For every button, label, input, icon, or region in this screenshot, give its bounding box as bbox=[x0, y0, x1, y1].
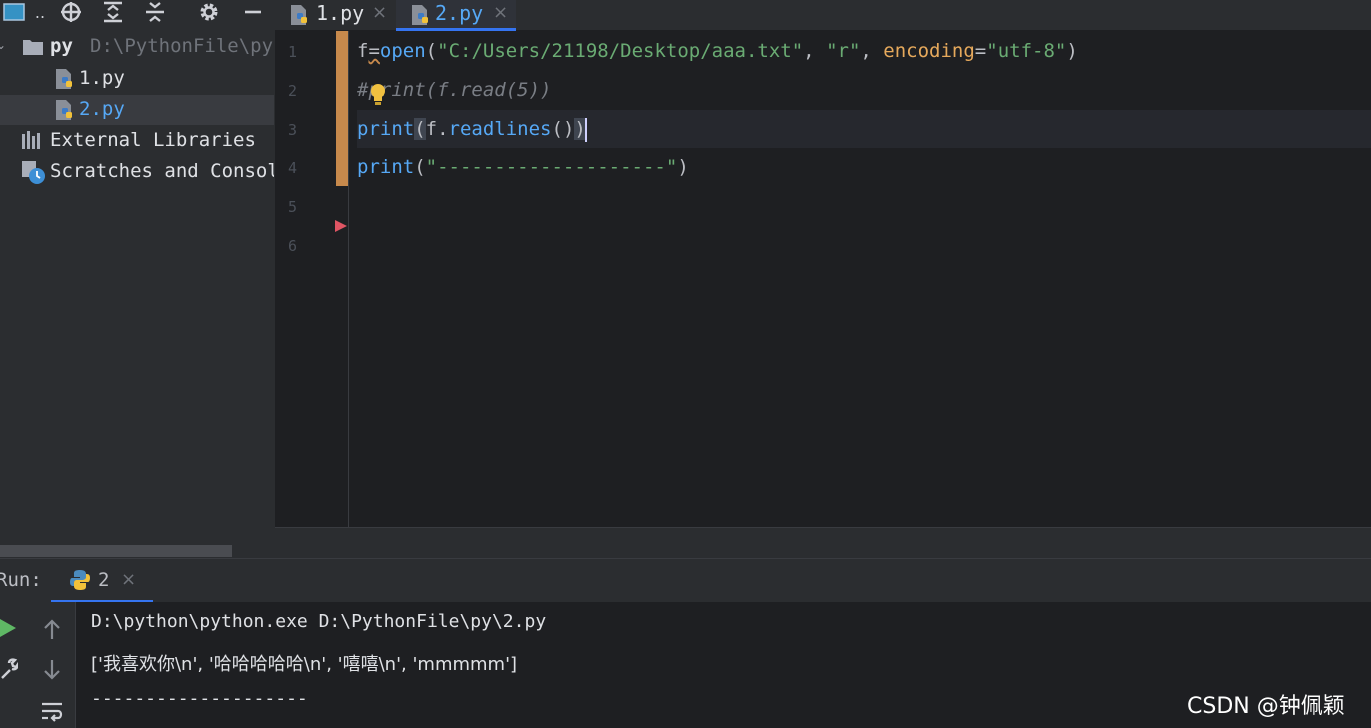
run-tab-label: 2 bbox=[98, 569, 110, 591]
token: ( bbox=[414, 156, 426, 178]
token: f. bbox=[425, 118, 449, 140]
tree-item-label: 2.py bbox=[79, 98, 125, 120]
run-toolbar bbox=[0, 602, 30, 728]
gear-icon[interactable] bbox=[196, 1, 222, 23]
tree-item-label: External Libraries bbox=[50, 129, 256, 151]
gutter-separator bbox=[348, 31, 349, 527]
editor-bottom-area bbox=[275, 527, 1371, 558]
code-area[interactable]: f=open("C:/Users/21198/Desktop/aaa.txt",… bbox=[357, 31, 1371, 527]
token: f bbox=[357, 40, 369, 62]
python-file-icon bbox=[412, 5, 428, 25]
run-toolbar-secondary bbox=[30, 602, 76, 728]
token: "--------------------" bbox=[425, 156, 678, 178]
token: ( bbox=[425, 40, 438, 62]
line-number: 5 bbox=[287, 198, 297, 216]
expand-all-icon[interactable] bbox=[100, 1, 126, 23]
changed-lines-marker[interactable] bbox=[336, 31, 348, 186]
console-line-separator: -------------------- bbox=[91, 688, 308, 709]
console-line-command: D:\python\python.exe D:\PythonFile\py\2.… bbox=[91, 611, 547, 632]
chevron-down-icon[interactable]: ⌄ bbox=[0, 38, 6, 52]
project-toolbar: .. bbox=[0, 0, 274, 26]
tree-item-path: D:\PythonFile\py bbox=[90, 35, 274, 57]
line-number: 4 bbox=[287, 159, 297, 177]
project-view-icon[interactable] bbox=[2, 1, 26, 23]
code-line-4[interactable]: print("--------------------") bbox=[357, 148, 1371, 186]
minimize-icon[interactable] bbox=[240, 1, 266, 23]
watermark-text: CSDN @钟佩颖 bbox=[1187, 694, 1345, 719]
wrench-icon[interactable] bbox=[0, 658, 18, 680]
editor-gutter: 1 2 3 4 5 6 bbox=[275, 31, 349, 527]
tree-item-scratches[interactable]: Scratches and Consoles bbox=[0, 157, 274, 187]
tree-item-label: 1.py bbox=[79, 67, 125, 89]
tree-item-external-libraries[interactable]: › External Libraries bbox=[0, 126, 274, 156]
token: encoding bbox=[883, 40, 975, 62]
run-label: Run: bbox=[0, 569, 42, 591]
token: open bbox=[379, 40, 426, 62]
line-number: 3 bbox=[287, 121, 297, 139]
lightbulb-icon[interactable] bbox=[369, 83, 387, 107]
tab-label: 1.py bbox=[316, 1, 365, 25]
code-line-3[interactable]: print(f.readlines()) bbox=[357, 110, 1371, 148]
token: readlines bbox=[448, 118, 552, 140]
line-number: 1 bbox=[287, 43, 297, 61]
run-tool-window-header: Run: 2 × bbox=[0, 558, 1371, 603]
tab-label: 2.py bbox=[435, 1, 484, 25]
code-line-2[interactable]: #print(f.read(5)) bbox=[357, 71, 1371, 109]
token: = bbox=[974, 40, 987, 62]
python-file-icon bbox=[56, 69, 72, 89]
editor-tab-bar: 1.py × 2.py × bbox=[275, 0, 1371, 31]
arrow-up-icon[interactable] bbox=[42, 618, 62, 640]
tree-item-1py[interactable]: 1.py bbox=[0, 64, 274, 94]
token: , bbox=[803, 40, 827, 62]
token: print bbox=[357, 156, 415, 178]
run-console-output[interactable]: D:\python\python.exe D:\PythonFile\py\2.… bbox=[76, 602, 1371, 728]
python-icon bbox=[70, 570, 90, 590]
python-file-icon bbox=[291, 5, 307, 25]
folder-icon bbox=[23, 40, 43, 55]
tree-item-label: Scratches and Consoles bbox=[50, 160, 274, 182]
close-icon[interactable]: × bbox=[372, 2, 387, 23]
locate-file-icon[interactable] bbox=[58, 1, 84, 23]
console-line-output: ['我喜欢你\n', '哈哈哈哈哈\n', '嘻嘻\n', 'mmmmm'] bbox=[91, 654, 518, 675]
rerun-icon[interactable] bbox=[0, 618, 18, 638]
chevron-right-icon[interactable]: › bbox=[0, 132, 6, 146]
soft-wrap-icon[interactable] bbox=[40, 700, 64, 724]
line-number: 2 bbox=[287, 82, 297, 100]
token: ) bbox=[1066, 40, 1078, 62]
token: ) bbox=[677, 156, 689, 178]
token: , bbox=[860, 40, 884, 62]
token: "utf-8" bbox=[986, 40, 1067, 62]
code-line-1[interactable]: f=open("C:/Users/21198/Desktop/aaa.txt",… bbox=[357, 32, 1371, 70]
close-icon[interactable]: × bbox=[493, 2, 508, 23]
tree-item-py-folder[interactable]: ⌄ py D:\PythonFile\py bbox=[0, 32, 274, 62]
breakpoint-marker-icon[interactable] bbox=[335, 220, 347, 232]
tab-1py[interactable]: 1.py × bbox=[275, 0, 395, 31]
library-icon bbox=[22, 131, 40, 149]
run-tab-2[interactable]: 2 × bbox=[51, 559, 153, 603]
python-file-icon bbox=[56, 100, 72, 120]
project-tool-window: .. ⌄ py D:\PythonFile\py 1.py 2.py Exter… bbox=[0, 0, 274, 558]
collapse-all-icon[interactable] bbox=[142, 1, 168, 23]
token: () bbox=[551, 118, 575, 140]
tree-item-label: py bbox=[50, 35, 73, 57]
code-editor[interactable]: 1 2 3 4 5 6 f=open("C:/Users/21198/Deskt… bbox=[275, 31, 1371, 527]
project-view-dropdown[interactable]: .. bbox=[30, 1, 50, 23]
token: ( bbox=[414, 118, 426, 140]
tab-2py[interactable]: 2.py × bbox=[396, 0, 516, 31]
line-number: 6 bbox=[287, 237, 297, 255]
scratches-icon bbox=[22, 161, 45, 184]
arrow-down-icon[interactable] bbox=[42, 659, 62, 681]
token: print bbox=[357, 118, 415, 140]
token: = bbox=[368, 40, 380, 62]
horizontal-scrollbar[interactable] bbox=[0, 545, 232, 557]
token: "C:/Users/21198/Desktop/aaa.txt" bbox=[437, 40, 804, 62]
text-caret bbox=[584, 117, 587, 142]
close-icon[interactable]: × bbox=[121, 569, 136, 590]
token: "r" bbox=[826, 40, 861, 62]
tree-item-2py[interactable]: 2.py bbox=[0, 95, 274, 125]
